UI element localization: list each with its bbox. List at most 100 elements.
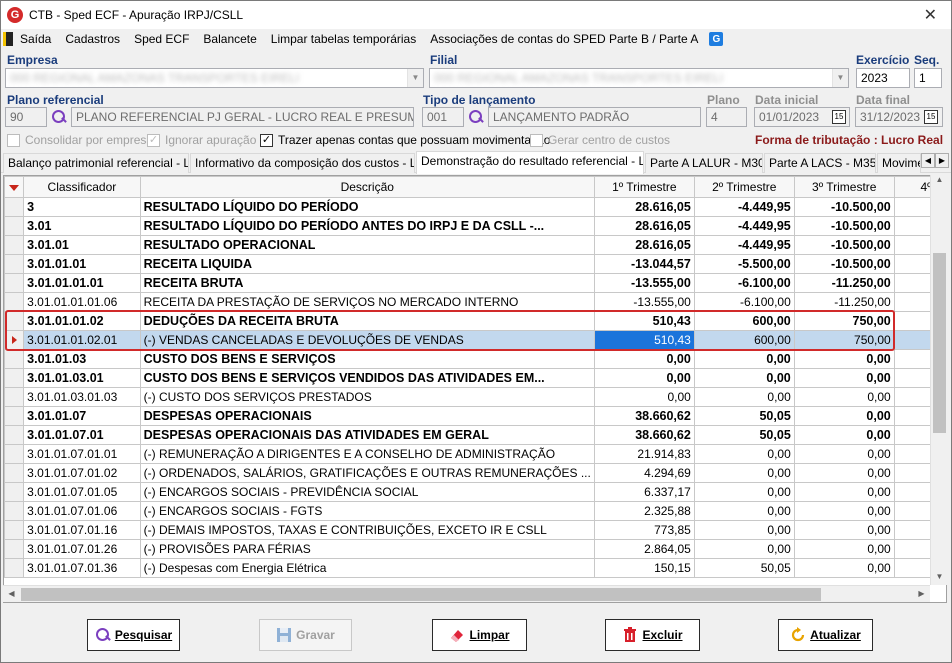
empresa-select[interactable]: 000 REGIONAL AMAZONAS TRANSPORTES EIRELI	[5, 68, 424, 88]
cell-descricao[interactable]: DESPESAS OPERACIONAIS DAS ATIVIDADES EM …	[139, 425, 595, 445]
cell-classificador[interactable]: 3.01	[23, 216, 141, 236]
row-indicator[interactable]	[4, 444, 25, 464]
table-row[interactable]: 3.01.01.01 RECEITA LIQUIDA -13.044,57 -5.50…	[4, 254, 946, 274]
cell-trimestre-2[interactable]: -4.449,95	[693, 235, 795, 255]
col-descricao[interactable]: Descrição	[139, 176, 595, 198]
cell-trimestre-3[interactable]: -10.500,00	[793, 216, 895, 236]
table-row[interactable]: 3.01.01.03 CUSTO DOS BENS E SERVIÇOS 0,00 0…	[4, 349, 946, 369]
tipo-code-input[interactable]: 001	[422, 107, 464, 127]
cell-trimestre-3[interactable]: 0,00	[793, 425, 895, 445]
cell-classificador[interactable]: 3	[23, 197, 141, 217]
tab-l210[interactable]: Informativo da composição dos custos - L…	[190, 153, 415, 173]
cell-classificador[interactable]: 3.01.01.07.01.16	[23, 520, 141, 540]
row-indicator[interactable]	[4, 463, 25, 483]
cell-trimestre-1[interactable]: 150,15	[593, 558, 695, 578]
cell-trimestre-3[interactable]: 750,00	[793, 311, 895, 331]
table-row[interactable]: 3.01.01.03.01 CUSTO DOS BENS E SERVIÇOS V…	[4, 368, 946, 388]
scroll-up-icon[interactable]: ▲	[931, 175, 948, 184]
cell-classificador[interactable]: 3.01.01.07	[23, 406, 141, 426]
cell-trimestre-1[interactable]: 2.864,05	[593, 539, 695, 559]
gravar-button[interactable]: Gravar	[259, 619, 352, 651]
vertical-scroll-thumb[interactable]	[933, 253, 946, 433]
table-row[interactable]: 3.01 RESULTADO LÍQUIDO DO PERÍODO ANTES D…	[4, 216, 946, 236]
cell-descricao[interactable]: (-) ORDENADOS, SALÁRIOS, GRATIFICAÇÕES E…	[139, 463, 595, 483]
row-indicator[interactable]	[4, 558, 25, 578]
cell-trimestre-2[interactable]: 0,00	[693, 501, 795, 521]
gerar-centro-checkbox[interactable]: Gerar centro de custos	[530, 132, 670, 148]
row-indicator[interactable]	[4, 482, 25, 502]
cell-trimestre-2[interactable]: 0,00	[693, 444, 795, 464]
search-tipo-icon[interactable]	[468, 109, 484, 125]
cell-classificador[interactable]: 3.01.01.01.02.01	[23, 330, 141, 350]
cell-trimestre-1[interactable]: 2.325,88	[593, 501, 695, 521]
cell-descricao[interactable]: RESULTADO LÍQUIDO DO PERÍODO	[139, 197, 595, 217]
cell-descricao[interactable]: CUSTO DOS BENS E SERVIÇOS	[139, 349, 595, 369]
row-indicator[interactable]	[4, 273, 25, 293]
cell-trimestre-1[interactable]: 28.616,05	[593, 235, 695, 255]
excluir-button[interactable]: Excluir	[605, 619, 700, 651]
plano-code-input[interactable]: 90	[5, 107, 47, 127]
table-row[interactable]: 3.01.01.07.01.05 (-) ENCARGOS SOCIAIS - P…	[4, 482, 946, 502]
cell-trimestre-3[interactable]: 0,00	[793, 368, 895, 388]
vertical-scrollbar[interactable]: ▲ ▼	[930, 175, 947, 585]
cell-trimestre-2[interactable]: -4.449,95	[693, 216, 795, 236]
cell-trimestre-3[interactable]: 0,00	[793, 482, 895, 502]
row-indicator[interactable]	[4, 216, 25, 236]
menu-associacoes[interactable]: Associações de contas do SPED Parte B / …	[423, 29, 705, 49]
cell-trimestre-1[interactable]: 38.660,62	[593, 406, 695, 426]
cell-trimestre-1[interactable]: 6.337,17	[593, 482, 695, 502]
cell-classificador[interactable]: 3.01.01.07.01.01	[23, 444, 141, 464]
horizontal-scroll-thumb[interactable]	[21, 588, 821, 601]
table-row[interactable]: 3.01.01.07.01.01 (-) REMUNERAÇÃO A DIRIGE…	[4, 444, 946, 464]
cell-classificador[interactable]: 3.01.01.01.01.06	[23, 292, 141, 312]
cell-trimestre-3[interactable]: 0,00	[793, 539, 895, 559]
cell-classificador[interactable]: 3.01.01.07.01.05	[23, 482, 141, 502]
exercicio-input[interactable]: 2023	[856, 68, 910, 88]
cell-trimestre-2[interactable]: 0,00	[693, 349, 795, 369]
table-row[interactable]: 3.01.01.07.01.02 (-) ORDENADOS, SALÁRIOS,…	[4, 463, 946, 483]
row-indicator[interactable]	[4, 520, 25, 540]
cell-descricao[interactable]: (-) DEMAIS IMPOSTOS, TAXAS E CONTRIBUIÇÕ…	[139, 520, 595, 540]
limpar-button[interactable]: Limpar	[432, 619, 527, 651]
search-plano-icon[interactable]	[51, 109, 67, 125]
calendar-inicial-icon[interactable]: 15	[832, 110, 846, 124]
row-indicator[interactable]	[4, 197, 25, 217]
cell-trimestre-3[interactable]: 0,00	[793, 520, 895, 540]
data-grid[interactable]: Classificador Descrição 1º Trimestre 2º …	[3, 175, 947, 603]
col-trimestre-1[interactable]: 1º Trimestre	[593, 176, 695, 198]
table-row[interactable]: 3.01.01.07.01.36 (-) Despesas com Energia…	[4, 558, 946, 578]
table-row[interactable]: 3.01.01.07.01.26 (-) PROVISÕES PARA FÉRIA…	[4, 539, 946, 559]
cell-descricao[interactable]: (-) VENDAS CANCELADAS E DEVOLUÇÕES DE VE…	[139, 330, 595, 350]
table-row[interactable]: 3.01.01 RESULTADO OPERACIONAL 28.616,05 -4.…	[4, 235, 946, 255]
cell-trimestre-1[interactable]: 773,85	[593, 520, 695, 540]
row-indicator[interactable]	[4, 330, 25, 350]
table-row[interactable]: 3.01.01.01.01.06 RECEITA DA PRESTAÇÃO DE …	[4, 292, 946, 312]
cell-trimestre-3[interactable]: 750,00	[793, 330, 895, 350]
consolidar-checkbox[interactable]: Consolidar por empresa	[7, 132, 153, 148]
cell-trimestre-2[interactable]: 600,00	[693, 311, 795, 331]
trazer-contas-checkbox[interactable]: ✓ Trazer apenas contas que possuam movime…	[260, 132, 550, 148]
table-row[interactable]: 3.01.01.07.01 DESPESAS OPERACIONAIS DAS A…	[4, 425, 946, 445]
ignorar-apuracao-checkbox[interactable]: ✓ Ignorar apuração	[147, 132, 256, 148]
cell-descricao[interactable]: (-) ENCARGOS SOCIAIS - PREVIDÊNCIA SOCIA…	[139, 482, 595, 502]
cell-trimestre-3[interactable]: 0,00	[793, 406, 895, 426]
cell-trimestre-3[interactable]: 0,00	[793, 349, 895, 369]
row-indicator[interactable]	[4, 311, 25, 331]
scroll-right-icon[interactable]: ▶	[913, 589, 930, 598]
tab-l300[interactable]: Demonstração do resultado referencial - …	[416, 151, 644, 174]
cell-classificador[interactable]: 3.01.01.07.01.02	[23, 463, 141, 483]
cell-trimestre-3[interactable]: -10.500,00	[793, 197, 895, 217]
cell-descricao[interactable]: (-) ENCARGOS SOCIAIS - FGTS	[139, 501, 595, 521]
filial-chevron-down-icon[interactable]: ▼	[832, 69, 848, 87]
cell-classificador[interactable]: 3.01.01.01	[23, 254, 141, 274]
cell-trimestre-3[interactable]: 0,00	[793, 463, 895, 483]
close-icon[interactable]: ✕	[924, 5, 937, 25]
seq-input[interactable]: 1	[914, 68, 942, 88]
cell-trimestre-2[interactable]: 0,00	[693, 520, 795, 540]
cell-classificador[interactable]: 3.01.01.07.01.26	[23, 539, 141, 559]
scroll-left-icon[interactable]: ◀	[3, 589, 20, 598]
tab-scroll-right-icon[interactable]: ▶	[935, 153, 949, 168]
cell-trimestre-1[interactable]: -13.555,00	[593, 273, 695, 293]
cell-classificador[interactable]: 3.01.01.07.01	[23, 425, 141, 445]
cell-trimestre-2[interactable]: 50,05	[693, 558, 795, 578]
